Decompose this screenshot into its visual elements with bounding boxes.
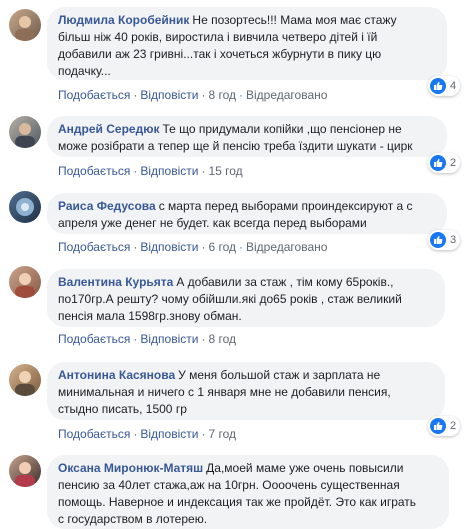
like-button[interactable]: Подобається (58, 164, 130, 178)
like-icon (430, 155, 446, 171)
like-button[interactable]: Подобається (58, 240, 130, 254)
reply-button[interactable]: Відповісти (140, 427, 198, 441)
comment-actions: Подобається · Відповісти · 15 год (58, 164, 243, 178)
comment-author[interactable]: Андрей Середюк (58, 122, 159, 136)
reaction-count[interactable]: 3 (428, 230, 461, 250)
edited-label[interactable]: Відредаговано (246, 240, 327, 254)
like-icon (430, 232, 446, 248)
avatar-photo (15, 273, 35, 298)
like-icon (430, 78, 446, 94)
comment-time[interactable]: 7 год (208, 427, 236, 441)
comment-bubble: Людмила Коробейник Не позортесь!!! Мама м… (47, 7, 447, 80)
comment-time[interactable]: 15 год (208, 164, 242, 178)
comment-author[interactable]: Раиса Федусова (58, 199, 156, 213)
reply-button[interactable]: Відповісти (140, 88, 198, 102)
comment-author[interactable]: Валентина Курьята (58, 275, 173, 289)
comment-bubble: Андрей Середюк Те що придумали копійки ,щ… (47, 116, 447, 157)
comment-author[interactable]: Людмила Коробейник (58, 13, 189, 27)
avatar[interactable] (9, 191, 41, 223)
edited-label[interactable]: Відредаговано (246, 88, 327, 102)
like-button[interactable]: Подобається (58, 332, 130, 346)
avatar-photo (16, 198, 34, 216)
comment-bubble: Раиса Федусова с марта перед выборами про… (47, 193, 447, 234)
comment-actions: Подобається · Відповісти · 8 год · Відредагова… (58, 88, 328, 102)
reply-button[interactable]: Відповісти (140, 240, 198, 254)
avatar-photo (15, 371, 35, 396)
comment-time[interactable]: 6 год (208, 240, 236, 254)
like-button[interactable]: Подобається (58, 88, 130, 102)
avatar[interactable] (9, 116, 41, 148)
like-button[interactable]: Подобається (58, 427, 130, 441)
comment-time[interactable]: 8 год (208, 88, 236, 102)
reply-button[interactable]: Відповісти (140, 332, 198, 346)
comment-bubble: Оксана Миронюк-Матяш Да,моей маме уже оче… (47, 455, 449, 529)
avatar-photo (15, 462, 35, 487)
like-icon (430, 418, 446, 434)
avatar[interactable] (9, 266, 41, 298)
comment-actions: Подобається · Відповісти · 7 год (58, 427, 236, 441)
comment-time[interactable]: 8 год (208, 332, 236, 346)
avatar[interactable] (9, 364, 41, 396)
comment-actions: Подобається · Відповісти · 6 год · Відредагова… (58, 240, 328, 254)
reaction-count[interactable]: 4 (428, 76, 461, 96)
comment-bubble: Валентина Курьята А добавили за стаж , ті… (47, 269, 445, 327)
reply-button[interactable]: Відповісти (140, 164, 198, 178)
avatar-photo (15, 16, 35, 41)
reaction-count[interactable]: 2 (428, 416, 461, 436)
comment-actions: Подобається · Відповісти · 8 год (58, 332, 236, 346)
comment-author[interactable]: Антонина Касянова (58, 368, 175, 382)
avatar[interactable] (9, 455, 41, 487)
comment-author[interactable]: Оксана Миронюк-Матяш (58, 461, 203, 475)
avatar[interactable] (9, 9, 41, 41)
comment-bubble: Антонина Касянова У меня большой стаж и з… (47, 362, 445, 420)
reaction-count[interactable]: 2 (428, 153, 461, 173)
avatar-photo (15, 123, 35, 148)
